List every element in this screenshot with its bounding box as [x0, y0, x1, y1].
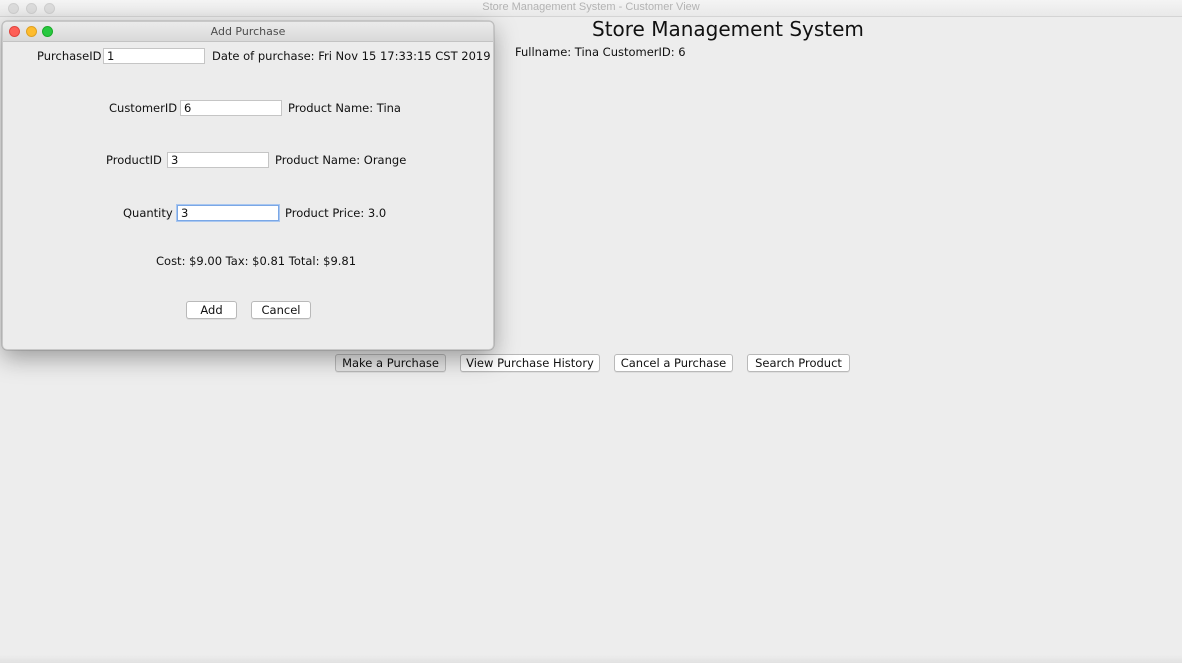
quantity-field[interactable] — [177, 205, 279, 221]
cancel-button[interactable]: Cancel — [251, 301, 311, 319]
customer-name-label: Product Name: Tina — [288, 101, 401, 115]
view-purchase-history-button[interactable]: View Purchase History — [460, 354, 600, 372]
customer-id-field[interactable] — [180, 100, 282, 116]
product-id-field[interactable] — [167, 152, 269, 168]
page-title: Store Management System — [592, 17, 864, 41]
add-button[interactable]: Add — [186, 301, 237, 319]
product-name-label: Product Name: Orange — [275, 153, 407, 167]
make-purchase-button[interactable]: Make a Purchase — [335, 354, 446, 372]
customer-id-label: CustomerID — [109, 101, 178, 115]
quantity-label: Quantity — [123, 206, 173, 220]
purchase-summary: Cost: $9.00 Tax: $0.81 Total: $9.81 — [156, 254, 357, 268]
search-product-button[interactable]: Search Product — [747, 354, 850, 372]
purchase-id-field[interactable] — [103, 48, 205, 64]
product-id-label: ProductID — [106, 153, 162, 167]
date-of-purchase-label: Date of purchase: Fri Nov 15 17:33:15 CS… — [212, 49, 491, 63]
add-purchase-dialog: Add Purchase PurchaseID Date of purchase… — [2, 21, 494, 350]
window-bottom-edge — [0, 655, 1182, 663]
main-titlebar[interactable]: Store Management System - Customer View — [0, 0, 1182, 17]
purchase-id-label: PurchaseID — [37, 49, 102, 63]
window-title: Store Management System - Customer View — [482, 1, 700, 13]
dialog-titlebar[interactable]: Add Purchase — [3, 22, 493, 42]
cancel-purchase-button[interactable]: Cancel a Purchase — [614, 354, 733, 372]
dialog-title: Add Purchase — [210, 25, 286, 38]
customer-info: Fullname: Tina CustomerID: 6 — [515, 45, 686, 59]
product-price-label: Product Price: 3.0 — [285, 206, 387, 220]
